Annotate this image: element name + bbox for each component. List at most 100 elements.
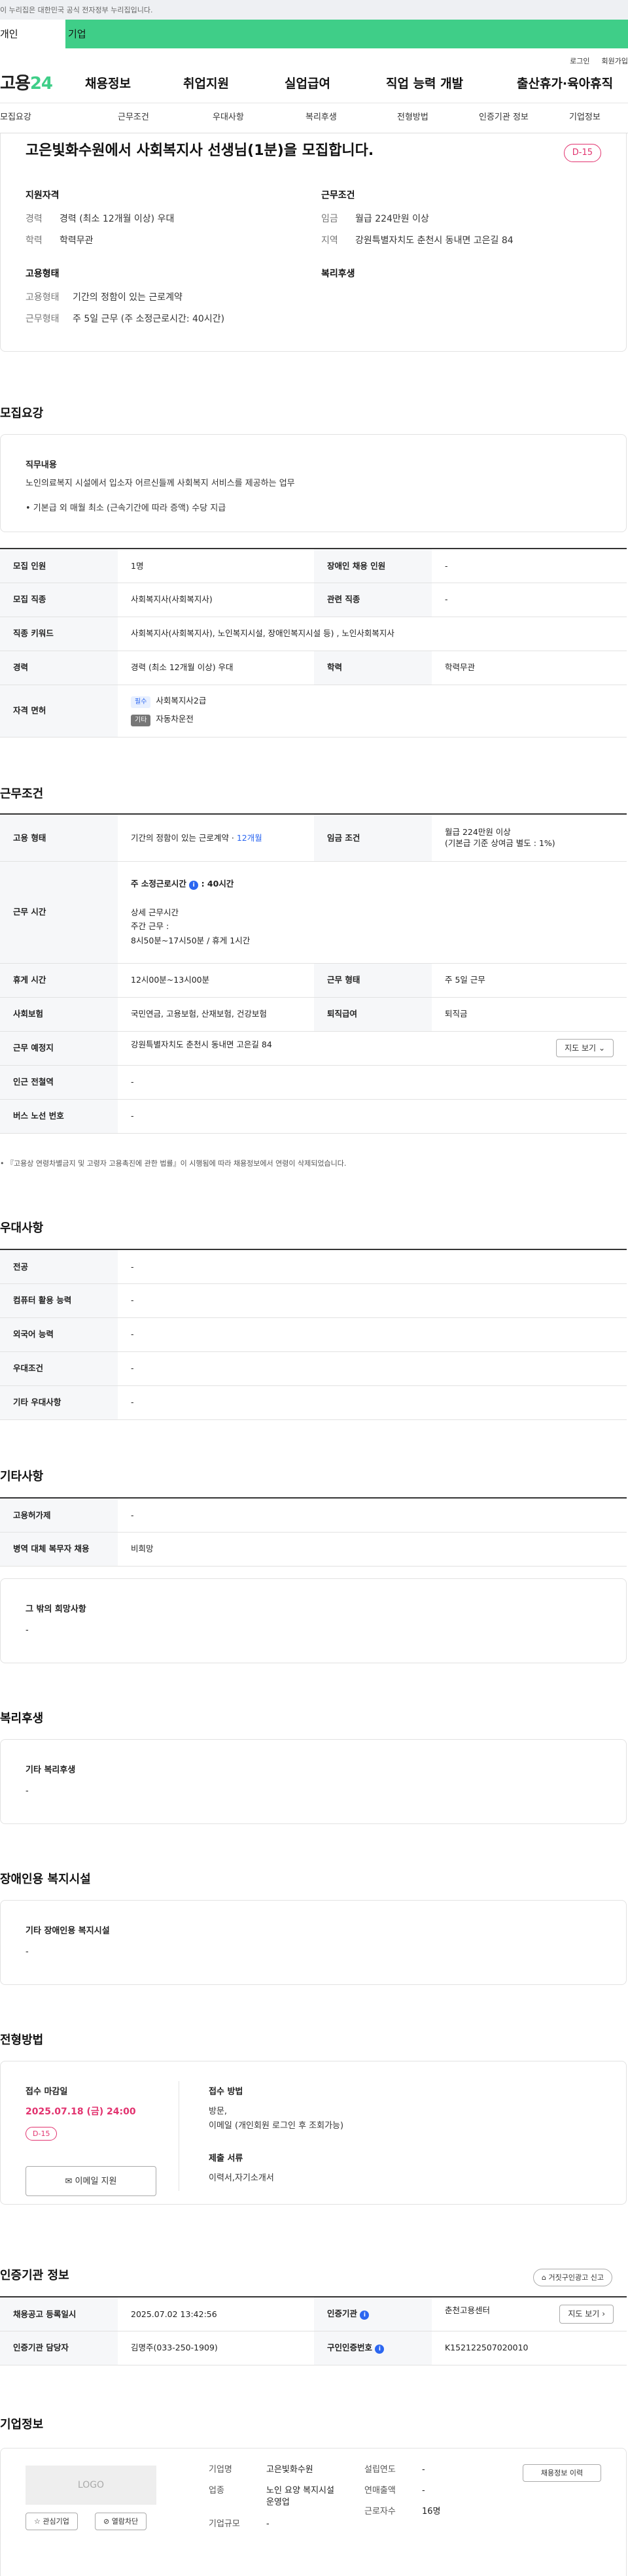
table-row: 고용 형태 기간의 정함이 있는 근로계약 · 12개월 임금 조건 월급 224만원… [0, 814, 627, 862]
welfare-box-title: 기타 복리후생 [26, 1765, 76, 1775]
favorite-company-button[interactable]: ☆ 관심기업 [26, 2513, 78, 2531]
hours-detail-title: 상세 근무시간 [131, 907, 179, 917]
row-label: 인증기관 담당자 [0, 2331, 118, 2365]
job-title: 고은빛화수원에서 사회복지사 선생님(1분)을 모집합니다. [26, 143, 374, 159]
hours-detail: 8시50분~17시50분 / 휴게 1시간 [131, 935, 251, 945]
row-label: 경력 [0, 651, 118, 685]
other-tag: 기타 [131, 715, 151, 726]
login-link[interactable]: 로그인 [570, 56, 589, 65]
row-value: 경력 (최소 12개월 이상) 우대 [118, 651, 314, 685]
summary-value: 월급 224만원 이상 [355, 213, 429, 224]
section-title-pref: 우대사항 [0, 1221, 44, 1235]
row-label: 근무 예정지 [0, 1031, 118, 1066]
info-value: 16명 [422, 2507, 441, 2517]
section-title-facility: 장애인용 복지시설 [0, 1873, 91, 1886]
block-company-button[interactable]: ⊘ 열람차단 [95, 2513, 147, 2531]
duty-line: 노인의료복지 시설에서 입소자 어르신들께 사회복지 서비스를 제공하는 업무 [26, 479, 295, 488]
row-label: 인증기관 [327, 2309, 358, 2319]
gnb-support[interactable]: 취업지원 [183, 75, 285, 93]
section-nav: 모집요강 근무조건 우대사항 복리후생 전형방법 인증기관 정보 기업정보 [0, 103, 628, 133]
report-ad-button[interactable]: ⌂ 거짓구인광고 신고 [533, 2269, 612, 2287]
info-icon[interactable]: i [360, 2311, 370, 2320]
snb-cond[interactable]: 근무조건 [118, 112, 213, 124]
pref-table: 전공 - 컴퓨터 활용 능력 - 외국어 능력 - 우대조건 - 기타 우대사항 - [0, 1249, 627, 1420]
table-row: 직종 키워드 사회복지사(사회복지사), 노인복지시설, 장애인복지시설 등) ,… [0, 617, 627, 651]
info-label: 기업명 [209, 2465, 232, 2475]
row-value: 사회복지사(사회복지사) [118, 583, 314, 617]
gnb-jobs[interactable]: 채용정보 [85, 75, 183, 93]
row-value: 주 5일 근무 [432, 963, 627, 998]
method-title: 접수 방법 [209, 2087, 243, 2097]
email-apply-label: 이메일 지원 [75, 2177, 117, 2186]
table-row: 고용허가제 - [0, 1498, 627, 1533]
agency-map-button[interactable]: 지도 보기 › [559, 2304, 614, 2324]
user-type-tabs: 개인 기업 [0, 20, 628, 48]
license-name: 사회복지사2급 [156, 696, 207, 705]
snb-company[interactable]: 기업정보 [569, 112, 601, 124]
method-value: 이메일 (개인회원 로그인 후 조회가능) [209, 2121, 344, 2131]
section-title-recruit: 모집요강 [0, 407, 44, 420]
map-button-label: 지도 보기 [565, 1043, 597, 1053]
signup-link[interactable]: 회원가입 [602, 56, 628, 65]
summary-label: 학력 [26, 235, 43, 246]
etc-box-value: - [26, 1625, 29, 1635]
snb-welfare[interactable]: 복리후생 [305, 112, 397, 124]
summary-label: 경력 [26, 213, 43, 224]
tab-company[interactable]: 기업 [65, 20, 131, 48]
row-value: - [432, 583, 627, 617]
snb-agency[interactable]: 인증기관 정보 [479, 112, 569, 124]
table-row: 근무 예정지 강원특별자치도 춘천시 동내면 고은길 84 지도 보기 ⌄ [0, 1031, 627, 1066]
docs-value: 이력서,자기소개서 [209, 2173, 274, 2183]
row-value: - [118, 1065, 627, 1100]
row-value: - [118, 1283, 627, 1318]
info-label: 연매출액 [364, 2486, 396, 2496]
info-icon[interactable]: i [375, 2345, 385, 2354]
gnb-benefit[interactable]: 실업급여 [285, 75, 386, 93]
gnb-training[interactable]: 직업 능력 개발 [386, 75, 517, 93]
table-row: 인근 전철역 - [0, 1065, 627, 1100]
info-label: 업종 [209, 2486, 224, 2496]
row-label: 모집 인원 [0, 549, 118, 583]
row-value: - [432, 549, 627, 583]
snb-select[interactable]: 전형방법 [397, 112, 479, 124]
row-value: - [118, 1498, 627, 1533]
summary-qual-title: 지원자격 [26, 190, 60, 201]
deadline-title: 접수 마감일 [26, 2087, 68, 2097]
table-row: 컴퓨터 활용 능력 - [0, 1283, 627, 1318]
email-apply-button[interactable]: ✉ 이메일 지원 [26, 2166, 156, 2196]
license-cell: 필수 사회복지사2급 기타 자동차운전 [118, 685, 627, 737]
info-label: 근로자수 [364, 2507, 396, 2517]
block-icon: ⊘ [103, 2517, 110, 2526]
table-row: 우대조건 - [0, 1351, 627, 1386]
gnb-leave[interactable]: 출산휴가·육아휴직 [517, 75, 613, 93]
row-label: 컴퓨터 활용 능력 [0, 1283, 118, 1318]
row-value: K152122507020010 [432, 2331, 627, 2365]
row-value: 퇴직금 [432, 997, 627, 1032]
summary-qualification: 지원자격 경력 경력 (최소 12개월 이상) 우대 학력 학력무관 [26, 190, 174, 257]
snb-recruit[interactable]: 모집요강 [0, 112, 118, 124]
facility-box-value: - [26, 1947, 29, 1957]
summary-label: 근무형태 [26, 314, 60, 325]
job-history-button[interactable]: 채용정보 이력 [523, 2464, 601, 2483]
etc-box-title: 그 밖의 희망사항 [26, 1604, 86, 1614]
info-icon[interactable]: i [189, 880, 199, 890]
utility-links: 로그인 회원가입 [0, 48, 628, 65]
row-value: 비희망 [118, 1532, 627, 1567]
snb-pref[interactable]: 우대사항 [213, 112, 305, 124]
table-row: 전공 - [0, 1249, 627, 1284]
row-label: 전공 [0, 1249, 118, 1284]
row-value: - [118, 1351, 627, 1386]
tab-personal[interactable]: 개인 [0, 20, 65, 48]
age-notice-text: 『고용상 연령차별금지 및 고령자 고용촉진에 관한 법률』이 시행됨에 따라 … [7, 1159, 347, 1168]
duty-title: 직무내용 [26, 460, 57, 470]
site-logo[interactable]: 고용24 [0, 72, 78, 95]
row-value: - [118, 1099, 627, 1134]
section-title-agency: 인증기관 정보 [0, 2269, 69, 2282]
summary-value: 주 5일 근무 (주 소정근로시간: 40시간) [73, 314, 225, 325]
info-label: 설립연도 [364, 2465, 396, 2475]
home-icon: ⌂ [542, 2273, 546, 2282]
row-label: 학력 [314, 651, 432, 685]
map-button[interactable]: 지도 보기 ⌄ [556, 1038, 614, 1058]
summary-value: 학력무관 [60, 235, 94, 246]
row-value: - [118, 1317, 627, 1352]
